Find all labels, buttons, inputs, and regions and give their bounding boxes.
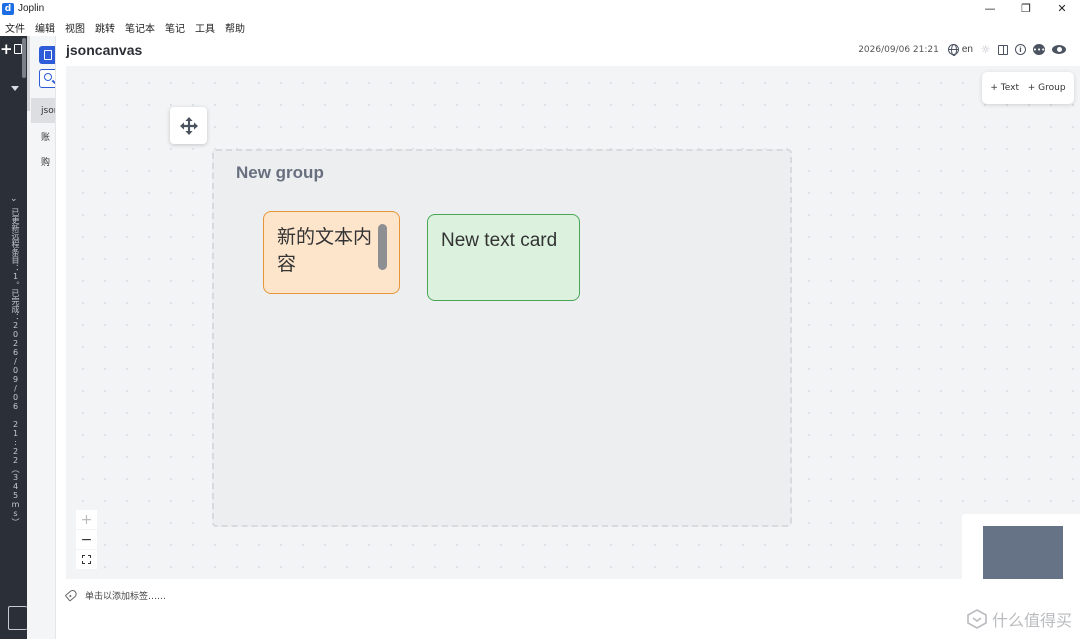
- add-tag-placeholder[interactable]: 单击以添加标签……: [85, 589, 166, 602]
- editor-toolbar: 2026/09/06 21:21 en ☼ i •••: [858, 43, 1066, 56]
- note-list: jsoncanvas 账 购: [27, 36, 56, 639]
- menu-help[interactable]: 帮助: [220, 20, 250, 35]
- card-text[interactable]: New text card: [441, 230, 557, 251]
- zoom-out-button[interactable]: −: [76, 530, 97, 549]
- minimap[interactable]: [962, 514, 1080, 579]
- title-bar: d Joplin — ❐ ✕: [0, 0, 1080, 17]
- info-icon[interactable]: i: [1015, 44, 1026, 55]
- add-text-button[interactable]: + Text: [990, 83, 1019, 93]
- note-title[interactable]: jsoncanvas: [66, 42, 142, 58]
- menu-edit[interactable]: 编辑: [30, 20, 60, 35]
- text-card-green[interactable]: New text card: [427, 214, 580, 301]
- menu-view[interactable]: 视图: [60, 20, 90, 35]
- restore-button[interactable]: ❐: [1008, 0, 1044, 17]
- joplin-logo-icon: d: [2, 2, 14, 15]
- move-handle[interactable]: [170, 107, 207, 144]
- card-text[interactable]: 新的文本内容: [277, 227, 372, 275]
- comment-icon[interactable]: •••: [1033, 44, 1045, 55]
- language-selector[interactable]: en: [947, 44, 973, 56]
- sync-button[interactable]: [8, 606, 27, 630]
- menu-file[interactable]: 文件: [0, 20, 30, 35]
- notebook-icon: [13, 44, 22, 54]
- add-group-button[interactable]: + Group: [1028, 83, 1066, 93]
- text-card-orange[interactable]: 新的文本内容: [263, 211, 400, 294]
- move-icon: [179, 116, 198, 135]
- spellcheck-icon[interactable]: ☼: [980, 43, 991, 56]
- note-list-item[interactable]: 购: [31, 149, 55, 174]
- caret-down-icon[interactable]: [11, 86, 19, 91]
- window-controls: — ❐ ✕: [972, 0, 1080, 17]
- note-datetime[interactable]: 2026/09/06 21:21: [858, 45, 939, 55]
- minimize-button[interactable]: —: [972, 0, 1008, 17]
- fit-view-button[interactable]: [76, 550, 97, 569]
- canvas-group[interactable]: New group 新的文本内容 New text card: [212, 149, 792, 527]
- globe-icon: [947, 44, 959, 56]
- card-scrollbar[interactable]: [378, 224, 387, 270]
- language-label: en: [961, 44, 973, 55]
- note-list-item[interactable]: 账: [31, 124, 55, 149]
- tag-bar[interactable]: 单击以添加标签……: [64, 587, 166, 603]
- menu-go[interactable]: 跳转: [90, 20, 120, 35]
- new-note-button[interactable]: [39, 46, 55, 64]
- sidebar-scrollbar[interactable]: [22, 38, 26, 78]
- json-canvas[interactable]: + Text + Group New group 新的文本内容 New text…: [66, 66, 1080, 579]
- menu-note[interactable]: 笔记: [160, 20, 190, 35]
- chevron-down-icon[interactable]: ⌄: [10, 194, 18, 204]
- tag-icon: [64, 588, 79, 602]
- zoom-in-button[interactable]: +: [76, 510, 97, 529]
- watermark-text: 什么值得买: [991, 611, 1072, 630]
- group-label[interactable]: New group: [236, 163, 324, 183]
- search-button[interactable]: [39, 69, 55, 88]
- eye-icon[interactable]: [1052, 45, 1066, 54]
- menu-bar: 文件 编辑 视图 跳转 笔记本 笔记 工具 帮助: [0, 18, 1080, 36]
- minimap-viewport[interactable]: [983, 526, 1063, 579]
- search-icon: [44, 73, 52, 81]
- watermark: 什么值得买: [966, 607, 1072, 631]
- menu-notebook[interactable]: 笔记本: [120, 20, 160, 35]
- note-list-scrollbar[interactable]: [27, 36, 30, 111]
- new-notebook-button[interactable]: +: [0, 40, 22, 58]
- editor-pane: jsoncanvas 2026/09/06 21:21 en ☼ i ••• +…: [56, 36, 1080, 639]
- note-list-item[interactable]: jsoncanvas: [31, 98, 55, 123]
- zoom-controls: + −: [76, 510, 98, 570]
- close-button[interactable]: ✕: [1044, 0, 1080, 17]
- sync-status-text: 已更新远程条目：1。已完成：2026/09/06 21:22（345ms）: [11, 208, 20, 526]
- canvas-add-toolbar: + Text + Group: [982, 72, 1074, 104]
- watermark-logo-icon: [967, 609, 987, 629]
- menu-tools[interactable]: 工具: [190, 20, 220, 35]
- fit-view-icon: [82, 555, 91, 564]
- new-note-icon: [44, 50, 52, 60]
- plus-icon: +: [0, 40, 13, 58]
- window-title: Joplin: [18, 3, 45, 14]
- layout-toggle-icon[interactable]: [998, 44, 1008, 55]
- sidebar: + ⌄ 已更新远程条目：1。已完成：2026/09/06 21:22（345ms…: [0, 36, 27, 639]
